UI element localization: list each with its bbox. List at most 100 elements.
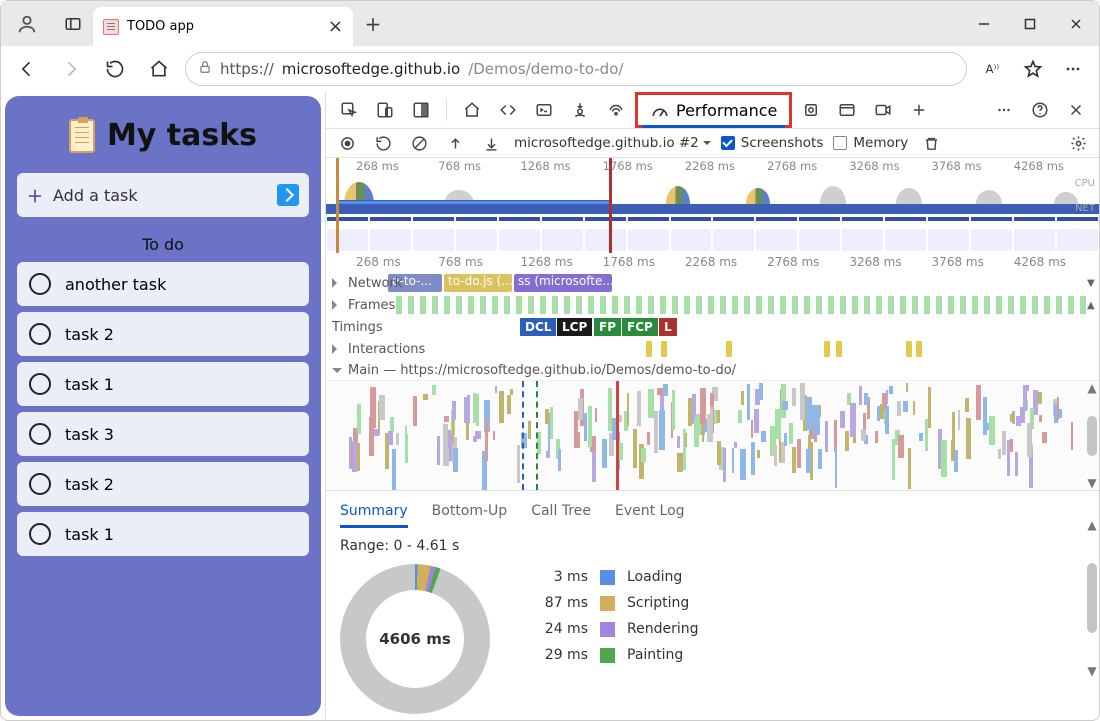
timing-badge[interactable]: FP xyxy=(594,318,621,336)
task-checkbox-icon[interactable] xyxy=(29,473,51,495)
new-tab-button[interactable]: + xyxy=(353,1,393,46)
tab-summary[interactable]: Summary xyxy=(340,497,408,528)
task-label: task 1 xyxy=(65,525,114,544)
row-interactions[interactable]: Interactions xyxy=(326,338,1099,360)
tab-close-icon[interactable]: × xyxy=(328,16,343,37)
read-aloud-icon[interactable]: A⁾⁾ xyxy=(975,51,1011,87)
memory-tab-icon[interactable] xyxy=(794,94,828,126)
task-checkbox-icon[interactable] xyxy=(29,273,51,295)
tab-call-tree[interactable]: Call Tree xyxy=(531,497,591,528)
sources-tab-icon[interactable] xyxy=(563,94,597,126)
row-label-interactions[interactable]: Interactions xyxy=(326,342,422,357)
menu-icon[interactable] xyxy=(1055,51,1091,87)
profile-icon[interactable] xyxy=(1,1,53,46)
tab-title: TODO app xyxy=(127,19,320,34)
elements-tab-icon[interactable] xyxy=(491,94,525,126)
color-swatch xyxy=(600,596,615,611)
row-network[interactable]: Network o-to-...to-do.js (...ss (microso… xyxy=(326,272,1099,294)
reload-record-button[interactable] xyxy=(370,135,396,152)
task-item[interactable]: task 2 xyxy=(17,462,309,506)
page-viewport: My tasks ＋ Add a task To do another task… xyxy=(1,92,325,720)
tab-favicon-icon xyxy=(103,19,119,35)
overview-time-axis: 268 ms768 ms1268 ms1768 ms2268 ms2768 ms… xyxy=(326,158,1099,176)
overview-pane[interactable]: 268 ms768 ms1268 ms1768 ms2268 ms2768 ms… xyxy=(326,158,1099,254)
timing-badge[interactable]: L xyxy=(659,318,677,336)
summary-total: 4606 ms xyxy=(366,590,464,688)
clear-button[interactable] xyxy=(406,135,432,152)
flamechart-pane[interactable]: 268 ms768 ms1268 ms1768 ms2268 ms2768 ms… xyxy=(326,254,1099,490)
dock-icon[interactable] xyxy=(404,94,438,126)
record-button[interactable] xyxy=(334,135,360,152)
task-item[interactable]: task 2 xyxy=(17,312,309,356)
browser-tab[interactable]: TODO app × xyxy=(93,7,353,46)
tab-bottom-up[interactable]: Bottom-Up xyxy=(432,497,508,528)
main-thread-panel[interactable]: ▲▼ xyxy=(326,380,1099,490)
submit-task-icon[interactable] xyxy=(277,184,299,206)
gc-icon[interactable] xyxy=(918,135,944,152)
window-close-button[interactable] xyxy=(1053,1,1099,46)
task-checkbox-icon[interactable] xyxy=(29,373,51,395)
network-tab-icon[interactable] xyxy=(599,94,633,126)
content-area: My tasks ＋ Add a task To do another task… xyxy=(1,92,1099,720)
task-item[interactable]: task 1 xyxy=(17,362,309,406)
color-swatch xyxy=(600,622,615,637)
device-toggle-icon[interactable] xyxy=(368,94,402,126)
task-item[interactable]: task 1 xyxy=(17,512,309,556)
row-main-header[interactable]: Main — https://microsoftedge.github.io/D… xyxy=(326,360,1099,380)
row-label-main[interactable]: Main — https://microsoftedge.github.io/D… xyxy=(326,363,736,378)
network-request-segment[interactable]: to-do.js (... xyxy=(444,274,512,292)
welcome-tab-icon[interactable] xyxy=(455,94,489,126)
application-tab-icon[interactable] xyxy=(830,94,864,126)
media-tab-icon[interactable] xyxy=(866,94,900,126)
target-select[interactable]: microsoftedge.github.io #2 xyxy=(514,135,711,151)
timing-badge[interactable]: DCL xyxy=(520,318,556,336)
more-tabs-icon[interactable] xyxy=(902,94,936,126)
checkbox-off-icon xyxy=(833,136,847,150)
task-item[interactable]: task 3 xyxy=(17,412,309,456)
tab-actions-icon[interactable] xyxy=(53,1,93,46)
row-label-frames[interactable]: Frames xyxy=(326,298,422,313)
add-task-input[interactable]: ＋ Add a task xyxy=(17,173,309,217)
devtools: Performance microsoftedge.github.io #2 S… xyxy=(325,92,1099,720)
address-bar[interactable]: https://microsoftedge.github.io/Demos/de… xyxy=(185,52,967,86)
memory-checkbox[interactable]: Memory xyxy=(833,135,908,151)
task-checkbox-icon[interactable] xyxy=(29,423,51,445)
flamechart-time-axis: 268 ms768 ms1268 ms1768 ms2268 ms2768 ms… xyxy=(326,254,1099,272)
devtools-more-icon[interactable] xyxy=(987,94,1021,126)
favorite-icon[interactable] xyxy=(1015,51,1051,87)
perf-settings-icon[interactable] xyxy=(1065,135,1091,152)
upload-icon[interactable] xyxy=(442,135,468,152)
screenshots-checkbox[interactable]: Screenshots xyxy=(721,135,824,151)
devtools-tabstrip: Performance xyxy=(326,92,1099,129)
lock-icon xyxy=(198,60,212,78)
console-tab-icon[interactable] xyxy=(527,94,561,126)
overview-cpu: CPU xyxy=(326,176,1099,204)
row-timings[interactable]: Timings DCLLCPFPFCPL xyxy=(326,316,1099,338)
devtools-close-icon[interactable] xyxy=(1059,94,1093,126)
row-label-timings: Timings xyxy=(326,320,422,335)
screenshot-strip xyxy=(326,214,1099,254)
task-item[interactable]: another task xyxy=(17,262,309,306)
list-heading: To do xyxy=(17,235,309,254)
todo-app: My tasks ＋ Add a task To do another task… xyxy=(5,96,321,716)
performance-tab[interactable]: Performance xyxy=(642,96,785,128)
task-checkbox-icon[interactable] xyxy=(29,323,51,345)
help-icon[interactable] xyxy=(1023,94,1057,126)
timing-badge[interactable]: LCP xyxy=(557,318,592,336)
url-scheme: https:// xyxy=(220,60,274,78)
task-checkbox-icon[interactable] xyxy=(29,523,51,545)
window-maximize-button[interactable] xyxy=(1007,1,1053,46)
home-button[interactable] xyxy=(141,51,177,87)
window-minimize-button[interactable] xyxy=(961,1,1007,46)
back-button[interactable] xyxy=(9,51,45,87)
plus-icon: ＋ xyxy=(27,183,43,207)
forward-button[interactable] xyxy=(53,51,89,87)
network-request-segment[interactable]: ss (microsofte... xyxy=(514,274,612,292)
row-frames[interactable]: Frames ▲ xyxy=(326,294,1099,316)
timing-badge[interactable]: FCP xyxy=(622,318,658,336)
row-label-network[interactable]: Network xyxy=(326,276,422,291)
reload-button[interactable] xyxy=(97,51,133,87)
download-icon[interactable] xyxy=(478,135,504,152)
tab-event-log[interactable]: Event Log xyxy=(615,497,685,528)
inspect-icon[interactable] xyxy=(332,94,366,126)
